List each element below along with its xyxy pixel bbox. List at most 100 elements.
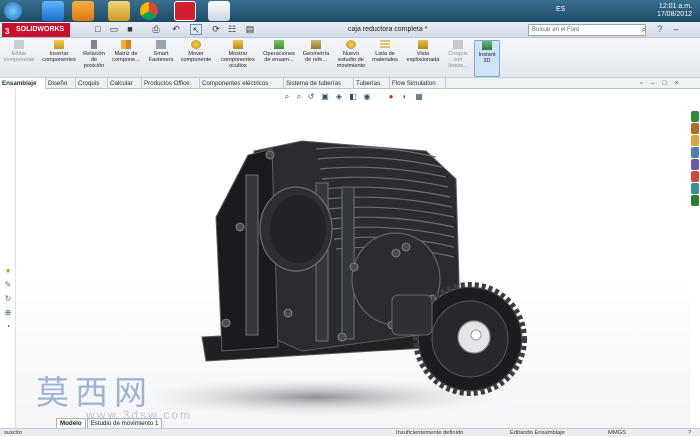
display-manager-icon[interactable]: ◔ bbox=[2, 321, 14, 332]
save-icon[interactable]: ■ bbox=[124, 24, 136, 35]
select-arrow-icon[interactable]: ↖ bbox=[190, 24, 202, 35]
custom-properties-icon[interactable] bbox=[691, 183, 699, 194]
configuration-manager-icon[interactable]: ↻ bbox=[2, 293, 14, 304]
file-explorer-icon[interactable] bbox=[691, 135, 699, 146]
watermark-logo: 莫西网 bbox=[36, 373, 153, 412]
section-view-icon[interactable]: ▣ bbox=[320, 92, 330, 102]
options-icon[interactable]: ☷ bbox=[226, 24, 238, 35]
explorer-icon[interactable] bbox=[108, 1, 130, 21]
housing-rib bbox=[245, 174, 259, 336]
solidworks-resources-icon[interactable] bbox=[691, 111, 699, 122]
instant-3d-icon bbox=[482, 41, 492, 50]
print-icon[interactable]: ⎙ bbox=[150, 24, 162, 35]
show-hidden-icon bbox=[233, 40, 243, 49]
edit-component-button[interactable]: Editar componente bbox=[2, 40, 36, 77]
minimize-icon[interactable]: – bbox=[670, 24, 682, 35]
help-icon[interactable]: ? bbox=[654, 24, 666, 35]
show-hidden-components-button[interactable]: Mostrar componentes ocultos bbox=[218, 40, 258, 77]
motion-study-icon bbox=[346, 40, 356, 49]
view-orientation-icon[interactable]: ◈ bbox=[334, 92, 344, 102]
window-restore-icon[interactable]: ▫ bbox=[640, 80, 642, 87]
media-player-icon[interactable] bbox=[72, 1, 94, 21]
status-bar: suscito Insuficientemente definido Edita… bbox=[0, 428, 700, 436]
reference-geometry-button[interactable]: Geometría de refe... bbox=[300, 40, 332, 77]
tab-componentes-electricos[interactable]: Componentes eléctricos bbox=[200, 78, 284, 89]
reference-geometry-icon bbox=[311, 40, 321, 49]
insert-components-button[interactable]: Insertar componentes bbox=[40, 40, 78, 77]
tab-diseno[interactable]: Diseño bbox=[46, 78, 76, 89]
tab-ensamblaje[interactable]: Ensamblaje bbox=[0, 78, 46, 89]
edit-component-icon bbox=[14, 40, 24, 49]
move-component-button[interactable]: Mover componente bbox=[178, 40, 214, 77]
windows-taskbar: ES 12:01 a.m. 17/08/2012 bbox=[0, 0, 700, 22]
tab-croquis[interactable]: Croquis bbox=[76, 78, 108, 89]
component-pattern-button[interactable]: Matriz de compone... bbox=[110, 40, 142, 77]
exploded-view-icon bbox=[418, 40, 428, 49]
system-clock[interactable]: 12:01 a.m. 17/08/2012 bbox=[657, 3, 692, 19]
mate-button[interactable]: Relación de posición bbox=[80, 40, 108, 77]
bom-table-icon bbox=[380, 40, 390, 49]
task-pane-strip bbox=[690, 89, 700, 428]
exploded-view-button[interactable]: Vista explosionada bbox=[404, 40, 442, 77]
edit-appearance-icon[interactable]: ● bbox=[386, 92, 396, 102]
view-settings-icon[interactable]: ▦ bbox=[414, 92, 424, 102]
feature-tree-icon[interactable]: ♦ bbox=[2, 265, 14, 276]
tab-tuberias[interactable]: Tuberías bbox=[354, 78, 390, 89]
ds-logo-icon: 3 bbox=[5, 27, 10, 36]
undo-icon[interactable]: ↶ bbox=[170, 24, 182, 35]
zoom-to-fit-icon[interactable]: ⌕ bbox=[282, 92, 292, 102]
tab-productos-office[interactable]: Productos Office bbox=[142, 78, 200, 89]
window-maximize-icon[interactable]: □ bbox=[662, 80, 666, 87]
app-titlebar: 3 SOLIDWORKS □ ▭ ■ ⎙ ↶ ↖ ⟳ ☷ ▤ caja redu… bbox=[0, 22, 700, 38]
window-close-icon[interactable]: × bbox=[674, 80, 678, 87]
assembly-features-icon bbox=[274, 40, 284, 49]
previous-view-icon[interactable]: ↺ bbox=[306, 92, 316, 102]
app-name: SOLIDWORKS bbox=[16, 26, 65, 33]
file-properties-icon[interactable]: ▤ bbox=[244, 24, 256, 35]
design-library-icon[interactable] bbox=[691, 123, 699, 134]
paint-icon[interactable] bbox=[208, 1, 230, 21]
display-style-icon[interactable]: ◧ bbox=[348, 92, 358, 102]
view-palette-icon[interactable] bbox=[691, 159, 699, 170]
window-minimize-icon[interactable]: – bbox=[650, 80, 654, 87]
tab-calcular[interactable]: Calcular bbox=[108, 78, 142, 89]
search-input[interactable]: Buscar en el Foro bbox=[528, 24, 646, 36]
command-manager-tabs: Ensamblaje Diseño Croquis Calcular Produ… bbox=[0, 78, 700, 89]
solidworks-icon[interactable] bbox=[174, 1, 196, 21]
property-manager-icon[interactable]: ✎ bbox=[2, 279, 14, 290]
rebuild-icon[interactable]: ⟳ bbox=[210, 24, 222, 35]
apply-scene-icon[interactable]: ◐ bbox=[400, 92, 410, 102]
solidworks-logo[interactable]: 3 SOLIDWORKS bbox=[2, 23, 70, 37]
chrome-icon[interactable] bbox=[140, 2, 158, 20]
appearances-icon[interactable] bbox=[691, 171, 699, 182]
smart-fasteners-button[interactable]: Smart Fasteners bbox=[146, 40, 176, 77]
internet-explorer-icon[interactable] bbox=[42, 1, 64, 21]
tab-flow-simulation[interactable]: Flow Simulation bbox=[390, 78, 446, 89]
model-tabs: Modelo Estudio de movimiento 1 bbox=[56, 418, 163, 430]
mate-paperclip-icon bbox=[91, 40, 97, 49]
search-pane-icon[interactable] bbox=[691, 147, 699, 158]
fastener-icon bbox=[156, 40, 166, 49]
language-indicator[interactable]: ES bbox=[556, 6, 565, 13]
start-orb-icon[interactable] bbox=[4, 2, 22, 20]
bearing-cap-input-face bbox=[270, 195, 326, 263]
bill-of-materials-button[interactable]: Lista de materiales bbox=[370, 40, 400, 77]
tab-sistema-tuberias[interactable]: Sistema de tuberías bbox=[284, 78, 354, 89]
clock-date: 17/08/2012 bbox=[656, 11, 692, 18]
pattern-icon bbox=[121, 40, 131, 49]
zoom-to-area-icon[interactable]: ⌕ bbox=[294, 92, 304, 102]
document-title: caja reductora completa * bbox=[348, 26, 428, 33]
hide-show-items-icon[interactable]: ◉ bbox=[362, 92, 372, 102]
collaboration-icon[interactable] bbox=[691, 195, 699, 206]
new-document-icon[interactable]: □ bbox=[92, 24, 104, 35]
assembly-features-button[interactable]: Operaciones de ensam... bbox=[260, 40, 298, 77]
search-icon[interactable]: ⌕ bbox=[638, 24, 650, 35]
instant-3d-button[interactable]: Instant 3D bbox=[474, 40, 500, 77]
explode-line-sketch-icon bbox=[453, 40, 463, 49]
open-folder-icon[interactable]: ▭ bbox=[108, 24, 120, 35]
insert-components-icon bbox=[54, 40, 64, 49]
dimxpert-icon[interactable]: ⊕ bbox=[2, 307, 14, 318]
new-motion-study-button[interactable]: Nuevo estudio de movimiento bbox=[334, 40, 368, 77]
explode-line-sketch-button[interactable]: Croquis con líneas... bbox=[444, 40, 472, 77]
output-shaft-collar bbox=[391, 294, 433, 336]
